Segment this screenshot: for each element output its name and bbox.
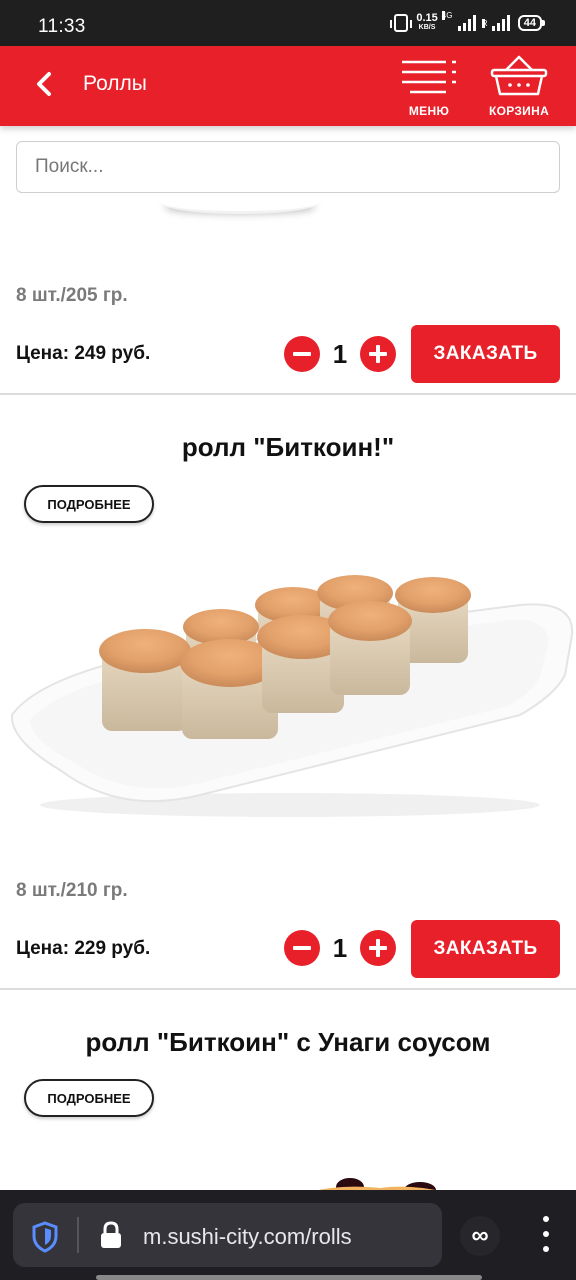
quantity-value: 1 [332, 932, 348, 963]
order-button[interactable]: ЗАКАЗАТЬ [411, 325, 560, 383]
divider [0, 988, 576, 990]
product-weight: 8 шт./205 гр. [16, 285, 128, 306]
product-price: Цена: 229 руб. [16, 938, 151, 959]
quantity-stepper: 1 [284, 930, 396, 966]
browser-toolbar: m.sushi-city.com/rolls ∞ [0, 1190, 576, 1280]
product-title: ролл "Биткоин!" [181, 432, 395, 462]
lock-icon [101, 1221, 121, 1248]
network-type-label: 4G [441, 11, 453, 20]
status-icons: 0.15 KB/S 4G R 44 [390, 11, 546, 32]
cart-button[interactable]: КОРЗИНА [482, 54, 556, 122]
increase-quantity-button[interactable] [360, 930, 396, 966]
chevron-left-icon [37, 72, 51, 96]
increase-quantity-button[interactable] [360, 336, 396, 372]
quantity-value: 1 [332, 338, 348, 369]
product-title: ролл "Биткоин" с Унаги соусом [85, 1027, 491, 1057]
url-bar[interactable]: m.sushi-city.com/rolls [13, 1203, 442, 1267]
app-header: Роллы МЕНЮ КОРЗИНА [0, 46, 576, 126]
page-title: Роллы [83, 72, 147, 95]
status-bar: 11:33 0.15 KB/S 4G R 44 [0, 0, 576, 46]
network-speed: 0.15 KB/S [416, 12, 438, 32]
battery-icon: 44 [517, 15, 546, 31]
signal-4g-icon: 4G [441, 11, 476, 31]
details-button[interactable]: ПОДРОБНЕЕ [24, 1079, 154, 1117]
vibrate-icon [390, 14, 413, 32]
product-image-partial [310, 1178, 445, 1192]
more-options-button[interactable] [536, 1214, 556, 1254]
menu-label: МЕНЮ [408, 104, 450, 118]
product-price: Цена: 249 руб. [16, 343, 151, 364]
product-image-partial [160, 190, 320, 214]
network-speed-unit: KB/S [418, 24, 436, 31]
url-text: m.sushi-city.com/rolls [143, 1224, 352, 1249]
product-image [10, 575, 574, 817]
divider [0, 393, 576, 395]
details-button[interactable]: ПОДРОБНЕЕ [24, 485, 154, 523]
status-time: 11:33 [38, 16, 86, 37]
basket-icon [490, 55, 548, 96]
menu-icon [402, 60, 456, 94]
network-speed-value: 0.15 [416, 12, 438, 24]
order-button[interactable]: ЗАКАЗАТЬ [411, 920, 560, 978]
signal-roaming-icon: R [481, 15, 510, 31]
menu-button[interactable]: МЕНЮ [398, 58, 460, 122]
decrease-quantity-button[interactable] [284, 336, 320, 372]
home-indicator [96, 1275, 482, 1280]
search-bar [16, 141, 560, 193]
shield-icon[interactable] [31, 1221, 59, 1253]
back-button[interactable] [26, 66, 62, 102]
cart-label: КОРЗИНА [488, 104, 550, 118]
roaming-label: R [481, 19, 488, 28]
product-weight: 8 шт./210 гр. [16, 880, 128, 901]
decrease-quantity-button[interactable] [284, 930, 320, 966]
search-input[interactable] [16, 141, 560, 193]
url-divider [77, 1217, 79, 1253]
quantity-stepper: 1 [284, 336, 396, 372]
infinity-button[interactable]: ∞ [460, 1216, 500, 1256]
